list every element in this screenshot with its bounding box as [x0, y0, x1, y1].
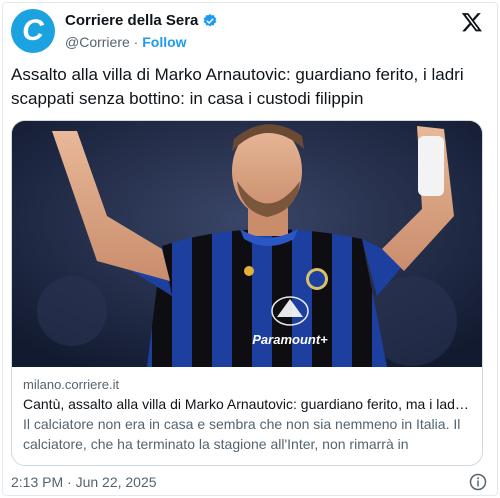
card-title[interactable]: Cantù, assalto alla villa di Marko Arnau… [23, 394, 473, 414]
card-image[interactable]: Paramount+ [12, 121, 482, 367]
player-photo: Paramount+ [12, 121, 482, 367]
tweet-header: C Corriere della Sera @Corriere · Follow [11, 9, 489, 57]
x-logo-icon[interactable] [461, 11, 483, 33]
link-card[interactable]: Paramount+ milano.corriere.it Cantù, ass… [11, 120, 483, 466]
info-icon[interactable] [469, 473, 487, 491]
avatar-letter: C [22, 14, 44, 47]
follow-button[interactable]: Follow [142, 34, 186, 50]
author-handle[interactable]: @Corriere [65, 34, 130, 50]
card-domain[interactable]: milano.corriere.it [23, 376, 473, 394]
avatar[interactable]: C [11, 9, 55, 53]
handle-separator: · [133, 34, 139, 50]
card-description: Il calciatore non era in casa e sembra c… [23, 416, 461, 452]
jersey-sponsor-text: Paramount+ [252, 332, 328, 347]
tweet-timestamp[interactable]: 2:13 PM · Jun 22, 2025 [11, 474, 157, 490]
verified-badge-icon [204, 13, 217, 26]
author-handle-row: @Corriere · Follow [65, 34, 187, 50]
author-name-row: Corriere della Sera [65, 12, 218, 29]
tweet-text: Assalto alla villa di Marko Arnautovic: … [11, 65, 464, 108]
author-name[interactable]: Corriere della Sera [65, 12, 198, 29]
card-meta: milano.corriere.it Cantù, assalto alla v… [23, 376, 473, 454]
